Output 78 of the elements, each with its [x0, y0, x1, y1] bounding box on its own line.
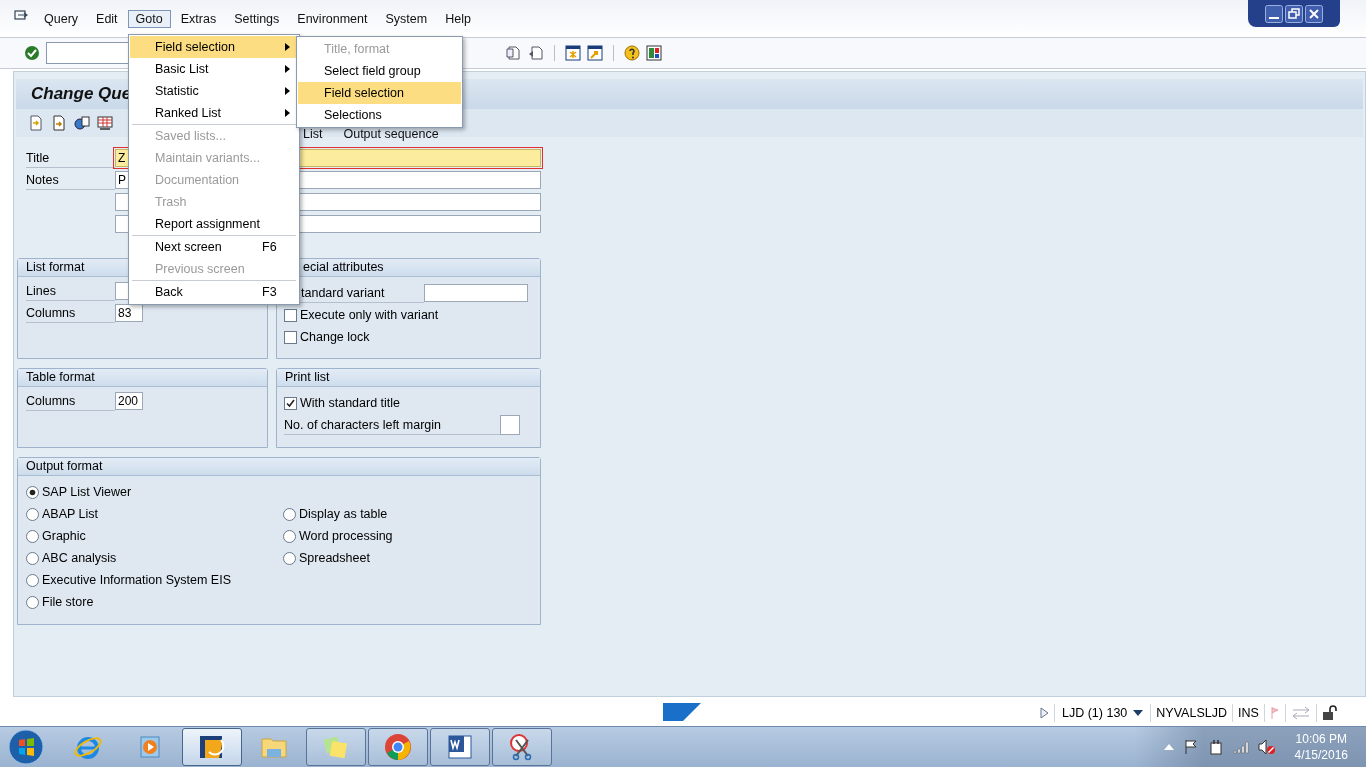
- taskbar-button[interactable]: [182, 728, 242, 766]
- document-icon: [445, 732, 475, 762]
- group-header: Print list: [277, 369, 540, 387]
- input-mode: INS: [1237, 705, 1259, 720]
- padlock-icon[interactable]: [1321, 704, 1338, 721]
- layout-icon[interactable]: [646, 45, 662, 61]
- menu-entry[interactable]: Selections: [298, 104, 461, 126]
- flag-icon[interactable]: [1182, 739, 1199, 755]
- start-button[interactable]: [8, 729, 44, 765]
- muted-speaker-icon[interactable]: [1257, 739, 1276, 755]
- group-header: Table format: [18, 369, 267, 387]
- radio-button[interactable]: Spreadsheet: [283, 547, 540, 569]
- menu-item[interactable]: Goto: [127, 9, 171, 28]
- submenu-arrow-icon: [285, 87, 290, 95]
- arrows-icon: [1290, 705, 1311, 720]
- window-icon[interactable]: [565, 45, 581, 61]
- menu-item[interactable]: Edit: [88, 9, 126, 28]
- checkbox[interactable]: With standard title: [284, 396, 401, 410]
- document-icon[interactable]: [28, 115, 44, 131]
- taskbar-button[interactable]: [492, 728, 552, 766]
- caret-icon: [1133, 709, 1144, 716]
- check-icon[interactable]: [24, 45, 40, 61]
- menu-item[interactable]: Help: [437, 9, 479, 28]
- window-icon[interactable]: [587, 45, 603, 61]
- browser-icon: [383, 732, 413, 762]
- menu-entry[interactable]: Ranked List: [130, 102, 298, 124]
- close-icon[interactable]: [1305, 4, 1323, 23]
- menu-item[interactable]: System: [377, 9, 436, 28]
- menu-entry[interactable]: Basic List: [130, 58, 298, 80]
- radio-button[interactable]: ABC analysis: [26, 547, 283, 569]
- minimize-icon[interactable]: [1265, 4, 1283, 23]
- radio-button[interactable]: Graphic: [26, 525, 283, 547]
- system-menu-icon[interactable]: [14, 9, 28, 22]
- document-icon[interactable]: [528, 45, 544, 61]
- power-plug-icon[interactable]: [1207, 739, 1224, 755]
- menu-entry[interactable]: Field selection: [298, 82, 461, 104]
- user-name: NYVALSLJD: [1156, 705, 1227, 720]
- flag-icon: [1269, 705, 1280, 720]
- menu-item[interactable]: Extras: [172, 9, 225, 28]
- radio-button[interactable]: Word processing: [283, 525, 540, 547]
- checkbox[interactable]: Change lock: [284, 330, 370, 344]
- expand-icon[interactable]: [1040, 706, 1049, 719]
- globe-icon[interactable]: [74, 115, 90, 131]
- table-icon[interactable]: [97, 115, 113, 131]
- taskbar-button[interactable]: [430, 728, 490, 766]
- clock-time: 10:06 PM: [1295, 731, 1347, 747]
- output-sequence-button[interactable]: Output sequence: [343, 127, 439, 141]
- radio-button[interactable]: Executive Information System EIS: [26, 569, 283, 591]
- restore-icon[interactable]: [1285, 4, 1303, 23]
- document-icon[interactable]: [506, 45, 522, 61]
- help-icon[interactable]: [624, 45, 640, 61]
- input-field[interactable]: [424, 284, 528, 302]
- system-dropdown[interactable]: LJD (1) 130: [1060, 705, 1146, 720]
- clock-date: 4/15/2016: [1294, 747, 1348, 763]
- field-label: No. of characters left margin: [284, 415, 500, 435]
- group-header: Output format: [18, 458, 540, 476]
- radio-button[interactable]: Display as table: [283, 503, 540, 525]
- menu-entry[interactable]: Select field group: [298, 60, 461, 82]
- input-field[interactable]: 83: [115, 304, 143, 322]
- radio-button[interactable]: File store: [26, 591, 283, 613]
- menu-entry[interactable]: Report assignment: [130, 213, 298, 235]
- menu-item[interactable]: Environment: [289, 9, 376, 28]
- submenu-arrow-icon: [285, 109, 290, 117]
- input-field[interactable]: [500, 415, 520, 435]
- radio-button[interactable]: ABAP List: [26, 503, 283, 525]
- document-icon[interactable]: [51, 115, 67, 131]
- menu-entry[interactable]: Statistic: [130, 80, 298, 102]
- menu-entry[interactable]: Next screen F6: [130, 236, 298, 258]
- submenu-arrow-icon: [285, 43, 290, 51]
- radio-button[interactable]: SAP List Viewer: [26, 481, 283, 503]
- submenu-arrow-icon: [285, 65, 290, 73]
- list-button[interactable]: List: [303, 127, 323, 141]
- menu-item[interactable]: Query: [36, 9, 87, 28]
- input-field[interactable]: 200: [115, 392, 143, 410]
- menu-entry[interactable]: Field selection: [130, 36, 298, 58]
- logo-icon: [663, 703, 701, 721]
- checkbox[interactable]: Execute only with variant: [284, 308, 439, 322]
- menu-item[interactable]: Settings: [226, 9, 288, 28]
